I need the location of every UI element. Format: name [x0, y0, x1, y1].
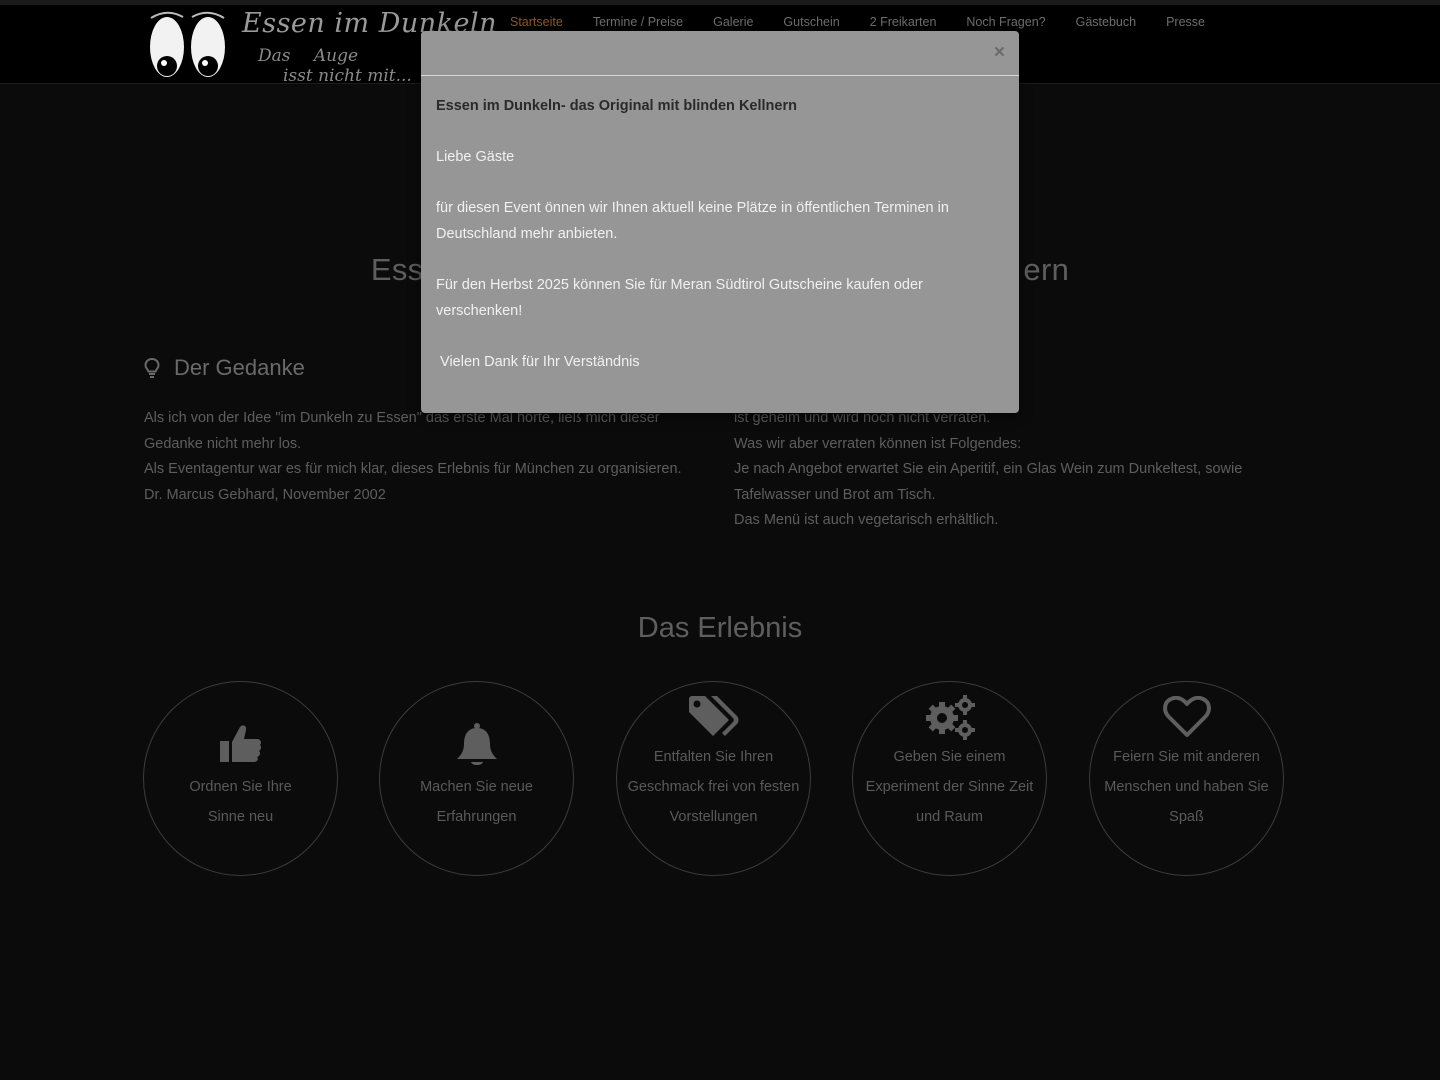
modal-paragraph-1: für diesen Event önnen wir Ihnen aktuell… [436, 200, 949, 242]
erlebnis-title: Das Erlebnis [637, 612, 803, 644]
gears-icon [925, 695, 975, 740]
erlebnis-line: Sinne neu [207, 809, 274, 825]
modal-paragraph-2: Für den Herbst 2025 können Sie für Meran… [436, 277, 923, 319]
menu-line: Das Menü ist auch vegetarisch erhältlich… [734, 512, 999, 529]
nav-presse[interactable]: Presse [1151, 10, 1220, 34]
erlebnis-line: Ordnen Sie Ihre [189, 779, 292, 795]
erlebnis-line: Geschmack frei von festen [627, 779, 800, 795]
menu-line: Tafelwasser und Brot am Tisch. [734, 486, 936, 503]
menu-line: Was wir aber verraten können ist Folgend… [734, 435, 1022, 452]
modal-body: Essen im Dunkeln- das Original mit blind… [421, 76, 1019, 376]
thumbs-up-icon [219, 725, 261, 762]
erlebnis-item: Feiern Sie mit anderen Menschen und habe… [1089, 681, 1284, 876]
erlebnis-item: Machen Sie neue Erfahrungen [379, 681, 574, 876]
gedanke-line: Als Eventagentur war es für mich klar, d… [144, 461, 682, 478]
erlebnis-line: Vorstellungen [669, 809, 758, 825]
modal-thanks: Vielen Dank für Ihr Verständnis [436, 353, 640, 370]
erlebnis-item: Geben Sie einem Experiment der Sinne Zei… [852, 681, 1047, 876]
erlebnis-line: Spaß [1169, 809, 1204, 825]
modal-title: Essen im Dunkeln- das Original mit blind… [436, 98, 797, 114]
menu-line: Je nach Angebot erwartet Sie ein Aperiti… [734, 461, 1243, 478]
erlebnis-line: Feiern Sie mit anderen [1113, 749, 1260, 765]
tags-icon [688, 696, 738, 736]
modal-header: × [421, 31, 1019, 76]
logo-subtitle-1: Das Auge [258, 46, 359, 66]
erlebnis-line: Geben Sie einem [893, 749, 1006, 765]
erlebnis-line: Menschen und haben Sie [1104, 779, 1269, 795]
erlebnis-line: Machen Sie neue [420, 779, 533, 795]
eyes-logo-icon [150, 11, 225, 77]
modal-greeting: Liebe Gäste [436, 149, 515, 166]
heart-icon [1162, 696, 1211, 737]
nav-gaestebuch[interactable]: Gästebuch [1061, 10, 1151, 34]
gedanke-line: Gedanke nicht mehr los. [144, 435, 302, 452]
gedanke-line: Dr. Marcus Gebhard, November 2002 [144, 486, 386, 503]
erlebnis-circles: Ordnen Sie Ihre Sinne neu Machen Sie neu… [143, 681, 1284, 877]
erlebnis-line: Experiment der Sinne Zeit [865, 779, 1034, 795]
erlebnis-item: Ordnen Sie Ihre Sinne neu [143, 681, 338, 876]
gedanke-text: Als ich von der Idee "im Dunkeln zu Esse… [144, 406, 704, 508]
lightbulb-icon [144, 358, 160, 378]
menu-text: ist geheim und wird noch nicht verraten.… [734, 406, 1294, 534]
gedanke-heading-text: Der Gedanke [174, 355, 305, 380]
erlebnis-line: Entfalten Sie Ihren [653, 749, 774, 765]
bell-icon [456, 723, 497, 765]
modal-close-button[interactable]: × [994, 42, 1005, 64]
logo-subtitle-2: isst nicht mit... [283, 66, 412, 86]
erlebnis-item: Entfalten Sie Ihren Geschmack frei von f… [616, 681, 811, 876]
erlebnis-line: und Raum [916, 809, 983, 825]
hero-title-right: ern [1023, 252, 1070, 287]
erlebnis-line: Erfahrungen [436, 809, 517, 825]
hero-title-left: Ess [370, 252, 424, 287]
notice-modal: × Essen im Dunkeln- das Original mit bli… [421, 31, 1019, 413]
